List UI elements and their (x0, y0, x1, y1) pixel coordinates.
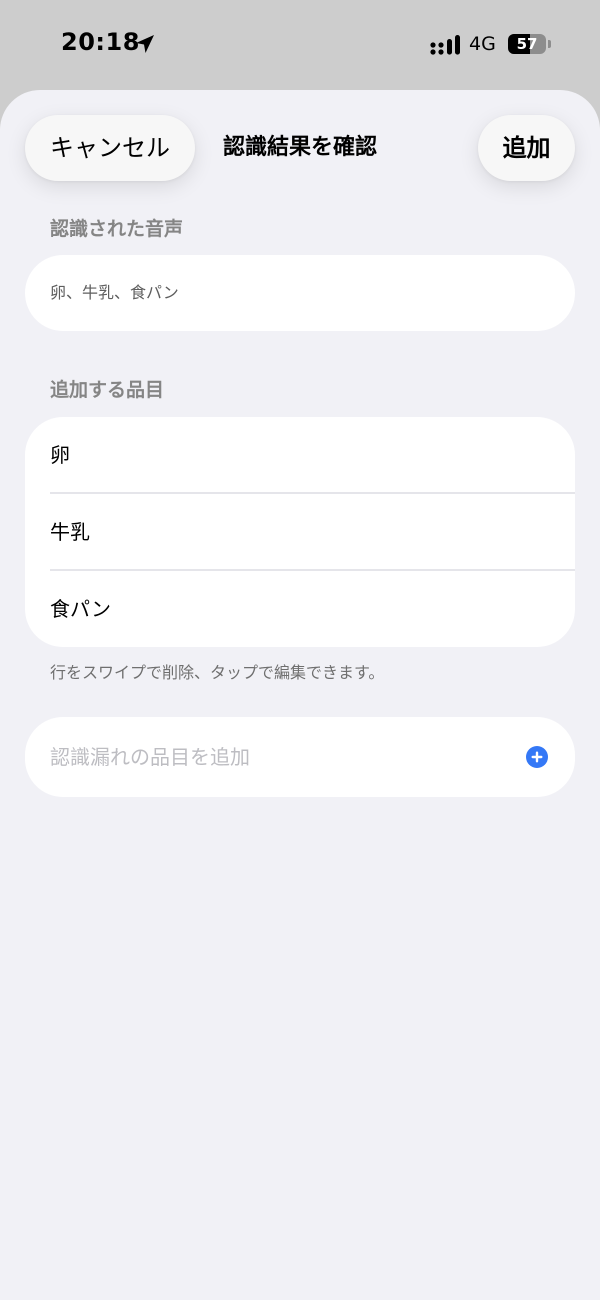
item-label: 食パン (50, 597, 111, 621)
add-item-field[interactable] (25, 717, 575, 797)
items-section-header: 追加する品目 (50, 379, 165, 401)
plus-circle-icon[interactable] (525, 745, 549, 769)
items-list: 卵 牛乳 食パン (25, 417, 575, 647)
battery-icon: 57 (508, 34, 551, 56)
list-item-milk[interactable]: 牛乳 (25, 494, 575, 570)
voice-section-header: 認識された音声 (50, 218, 184, 240)
item-label: 牛乳 (50, 520, 90, 544)
status-bar: 20:18 4G 57 (0, 0, 600, 90)
item-label: 卵 (50, 443, 70, 467)
recognized-voice-text: 卵、牛乳、食パン (50, 283, 179, 302)
cancel-button[interactable]: キャンセル (25, 115, 195, 181)
location-arrow-icon (136, 35, 154, 53)
confirm-sheet: キャンセル 認識結果を確認 追加 認識された音声 卵、牛乳、食パン 追加する品目… (0, 90, 600, 1300)
items-hint: 行をスワイプで削除、タップで編集できます。 (50, 663, 385, 682)
add-item-input[interactable] (50, 717, 510, 797)
battery-level: 57 (516, 35, 538, 53)
recognized-voice-card: 卵、牛乳、食パン (25, 255, 575, 331)
status-time: 20:18 (61, 28, 140, 56)
list-item-egg[interactable]: 卵 (25, 417, 575, 493)
add-button[interactable]: 追加 (478, 115, 575, 181)
sheet-title: 認識結果を確認 (222, 135, 377, 160)
list-item-bread[interactable]: 食パン (25, 571, 575, 647)
signal-icon (430, 35, 460, 55)
network-type: 4G (469, 33, 496, 55)
